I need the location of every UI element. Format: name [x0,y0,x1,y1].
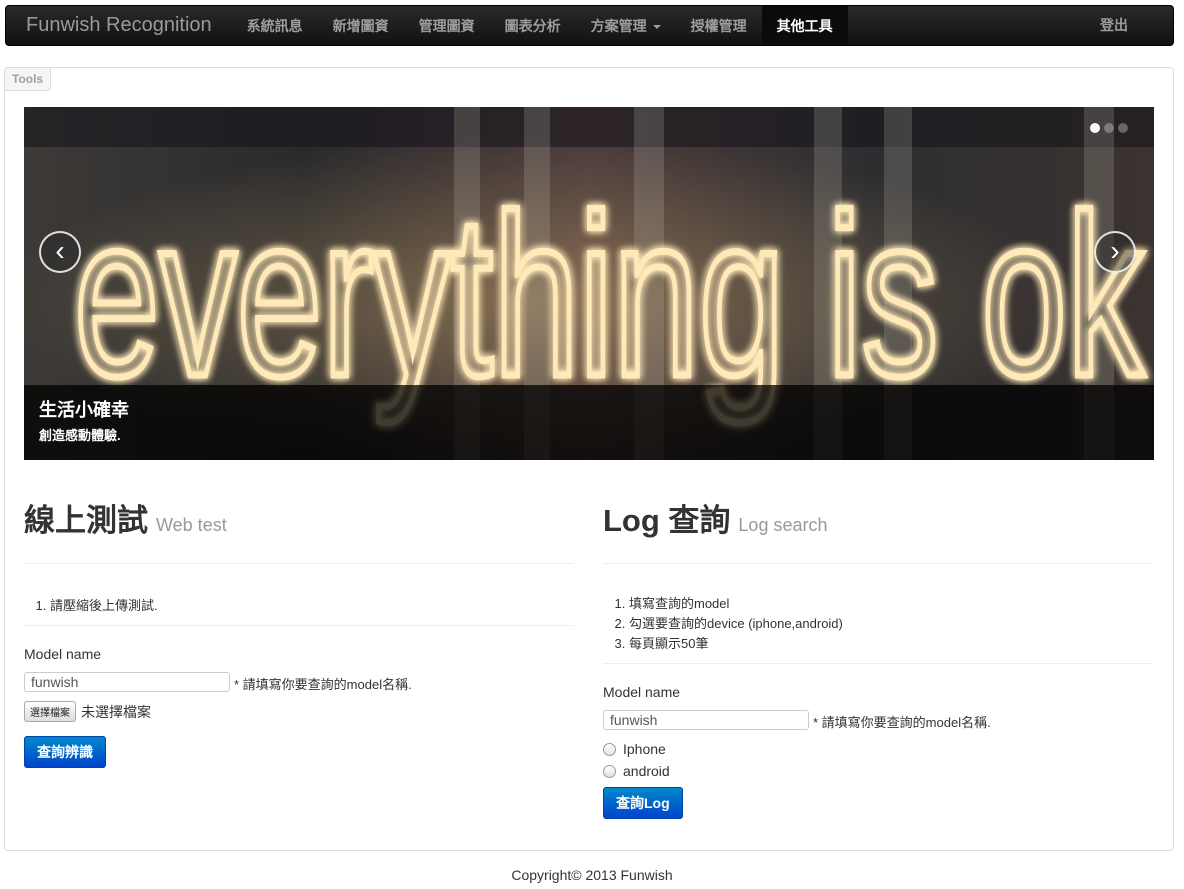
query-log-button[interactable]: 查詢Log [603,787,683,819]
model-name-label: Model name [603,684,681,700]
carousel-caption: 生活小確幸 創造感動體驗. [24,385,1154,460]
model-input-row: * 請填寫你要查詢的model名稱. [603,708,1153,731]
divider [603,563,1153,564]
divider [603,663,1153,664]
logout-link[interactable]: 登出 [1085,5,1173,46]
device-option-iphone[interactable]: Iphone [603,741,1153,757]
caption-title: 生活小確幸 [39,400,129,420]
web-test-model-input[interactable] [24,671,230,692]
list-item: 填寫查詢的model [629,594,1153,614]
carousel-indicator[interactable] [1118,123,1128,133]
model-name-label: Model name [24,646,102,662]
choose-file-button[interactable]: 選擇檔案 [24,701,76,722]
web-test-section: 線上測試 Web test 請壓縮後上傳測試. Model name * 請填寫你… [24,495,574,768]
model-hint: * 請填寫你要查詢的model名稱. [234,677,412,692]
iphone-radio[interactable] [603,742,616,756]
nav-menu: 系統訊息 新增圖資 管理圖資 圖表分析 方案管理 授權管理 其他工具 [232,6,848,45]
list-item: 每頁顯示50筆 [629,634,1153,654]
model-input-row: * 請填寫你要查詢的model名稱. [24,670,574,693]
device-option-android[interactable]: android [603,763,1153,779]
android-label: android [623,763,670,779]
file-status: 未選擇檔案 [81,703,151,720]
footer-copyright: Copyright© 2013 Funwish [511,867,673,883]
web-test-heading: 線上測試 Web test [24,495,574,551]
list-item: 請壓縮後上傳測試. [50,596,574,616]
divider [24,625,574,626]
tools-panel-label: Tools [4,67,52,91]
web-test-title: 線上測試 [24,503,148,538]
query-recognition-button[interactable]: 查詢辨識 [24,736,106,768]
carousel-prev-button[interactable]: ‹ [39,231,81,273]
nav-item-manage-image-data[interactable]: 管理圖資 [404,6,490,45]
carousel-indicator[interactable] [1090,123,1100,133]
top-navbar: Funwish Recognition 系統訊息 新增圖資 管理圖資 圖表分析 … [5,5,1174,46]
brand-title[interactable]: Funwish Recognition [6,5,232,46]
nav-item-plan-management-label: 方案管理 [590,18,647,34]
carousel-next-button[interactable]: › [1094,231,1136,273]
web-test-subtitle: Web test [156,515,227,535]
divider [24,563,574,564]
caret-down-icon [652,25,661,30]
log-search-steps: 填寫查詢的model 勾選要查詢的device (iphone,android)… [603,594,1153,654]
log-search-subtitle: Log search [738,515,828,535]
file-upload-row: 選擇檔案 未選擇檔案 [24,701,574,722]
iphone-label: Iphone [623,741,666,757]
log-search-heading: Log 查詢 Log search [603,495,1153,551]
nav-item-other-tools[interactable]: 其他工具 [761,6,848,45]
log-search-title: Log 查詢 [603,503,731,538]
caption-text: 創造感動體驗. [39,428,121,443]
list-item: 勾選要查詢的device (iphone,android) [629,614,1153,634]
carousel-indicators [1090,123,1128,133]
carousel-indicator[interactable] [1104,123,1114,133]
nav-item-license-management[interactable]: 授權管理 [676,6,762,45]
nav-item-add-image-data[interactable]: 新增圖資 [318,6,404,45]
log-search-model-input[interactable] [603,709,809,730]
web-test-steps: 請壓縮後上傳測試. [24,596,574,616]
log-search-section: Log 查詢 Log search 填寫查詢的model 勾選要查詢的device… [603,495,1153,819]
nav-item-system-info[interactable]: 系統訊息 [232,6,318,45]
model-hint: * 請填寫你要查詢的model名稱. [813,715,991,730]
nav-item-plan-management[interactable]: 方案管理 [576,6,676,45]
image-carousel: everything is ok ‹ › 生活小確幸 創造感動體驗. [24,107,1154,460]
android-radio[interactable] [603,764,616,778]
nav-item-chart-analysis[interactable]: 圖表分析 [490,6,576,45]
